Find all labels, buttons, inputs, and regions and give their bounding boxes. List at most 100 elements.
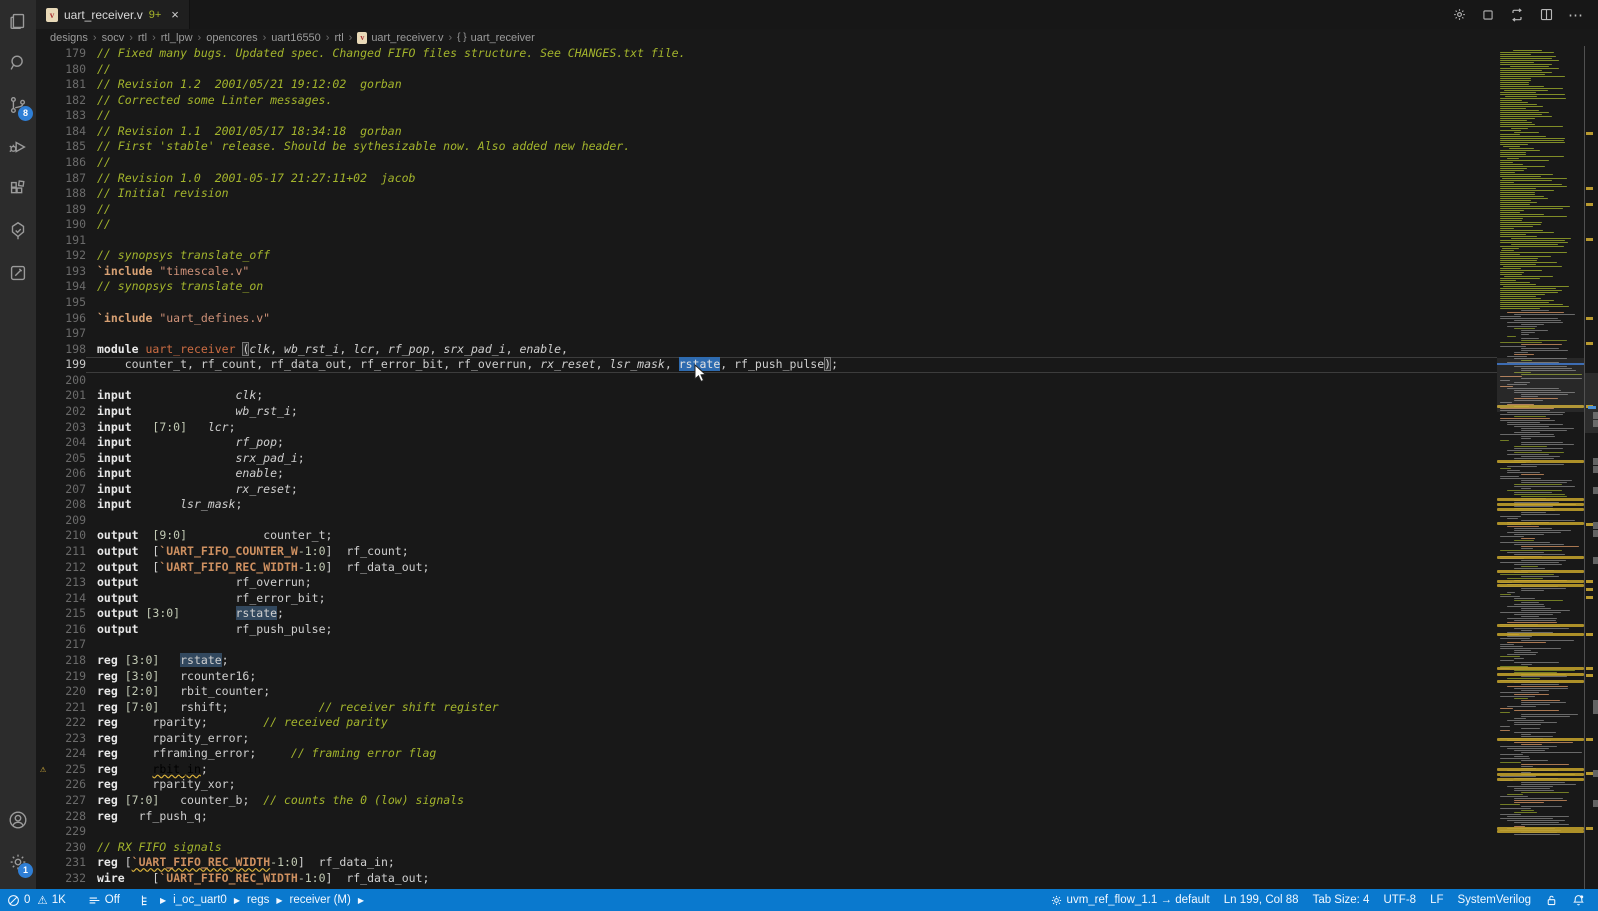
code-line[interactable]: 215output [3:0] rstate; (36, 606, 1497, 622)
code-text: reg rf_push_q; (97, 809, 208, 825)
explorer-icon[interactable] (0, 0, 36, 42)
code-line[interactable]: 213output rf_overrun; (36, 575, 1497, 591)
scope-item[interactable]: ▶ i_oc_uart0 ▶ regs ▶ receiver (M) ▶ (133, 889, 374, 911)
split-editor-icon[interactable] (1539, 7, 1554, 22)
breadcrumb-item[interactable]: rtl_lpw (161, 32, 193, 44)
code-line[interactable]: 206input enable; (36, 466, 1497, 482)
code-line[interactable]: 190// (36, 217, 1497, 233)
code-line[interactable]: 191 (36, 233, 1497, 249)
search-icon[interactable] (0, 42, 36, 84)
breadcrumb-item[interactable]: socv (102, 32, 125, 44)
breadcrumb-item[interactable]: opencores (206, 32, 257, 44)
code-line[interactable]: 227reg [7:0] counter_b; // counts the 0 … (36, 793, 1497, 809)
code-line[interactable]: 210output [9:0] counter_t; (36, 528, 1497, 544)
code-line[interactable]: 225⚠reg rbit_in; (36, 762, 1497, 778)
encoding-item[interactable]: UTF-8 (1376, 889, 1423, 911)
code-line[interactable]: 230// RX FIFO signals (36, 840, 1497, 856)
code-line[interactable]: 232wire [`UART_FIFO_REC_WIDTH-1:0] rf_da… (36, 871, 1497, 887)
settings-gear-icon[interactable]: 1 (0, 841, 36, 883)
code-line[interactable]: 179// Fixed many bugs. Updated spec. Cha… (36, 46, 1497, 62)
code-token: input (97, 482, 132, 496)
code-line[interactable]: 192// synopsys translate_off (36, 248, 1497, 264)
code-editor[interactable]: 179// Fixed many bugs. Updated spec. Cha… (36, 46, 1598, 889)
code-line[interactable]: 197 (36, 326, 1497, 342)
code-line[interactable]: 223reg rparity_error; (36, 731, 1497, 747)
code-line[interactable]: 219reg [3:0] rcounter16; (36, 669, 1497, 685)
code-line[interactable]: 209 (36, 513, 1497, 529)
code-line[interactable]: 216output rf_push_pulse; (36, 622, 1497, 638)
code-line[interactable]: 211output [`UART_FIFO_COUNTER_W-1:0] rf_… (36, 544, 1497, 560)
code-line[interactable]: 229 (36, 824, 1497, 840)
env-item[interactable]: uvm_ref_flow_1.1 → default (1043, 889, 1217, 911)
tab-size-item[interactable]: Tab Size: 4 (1306, 889, 1377, 911)
breadcrumb-item[interactable]: rtl (138, 32, 147, 44)
minimap-slider[interactable] (1497, 358, 1584, 412)
tabnine-lock-item[interactable] (1538, 889, 1565, 911)
breadcrumb-item[interactable]: uart16550 (271, 32, 321, 44)
code-line[interactable]: 226reg rparity_xor; (36, 777, 1497, 793)
code-line[interactable]: 220reg [2:0] rbit_counter; (36, 684, 1497, 700)
code-line[interactable]: 207input rx_reset; (36, 482, 1497, 498)
code-token: ; (256, 388, 263, 402)
account-icon[interactable] (0, 799, 36, 841)
code-line[interactable]: 184// Revision 1.1 2001/05/17 18:34:18 g… (36, 124, 1497, 140)
breadcrumb-item[interactable]: designs (50, 32, 88, 44)
code-line[interactable]: 212output [`UART_FIFO_REC_WIDTH-1:0] rf_… (36, 560, 1497, 576)
code-line[interactable]: 228reg rf_push_q; (36, 809, 1497, 825)
code-line[interactable]: 200 (36, 373, 1497, 389)
code-line[interactable]: 188// Initial revision (36, 186, 1497, 202)
code-line[interactable]: 193`include "timescale.v" (36, 264, 1497, 280)
code-line[interactable]: 231reg [`UART_FIFO_REC_WIDTH-1:0] rf_dat… (36, 855, 1497, 871)
language-item[interactable]: SystemVerilog (1450, 889, 1538, 911)
source-control-icon[interactable]: 8 (0, 84, 36, 126)
code-line[interactable]: 221reg [7:0] rshift; // receiver shift r… (36, 700, 1497, 716)
code-line[interactable]: 181// Revision 1.2 2001/05/21 19:12:02 g… (36, 77, 1497, 93)
code-line[interactable]: 196`include "uart_defines.v" (36, 311, 1497, 327)
lint-toggle-item[interactable]: Off (81, 889, 127, 911)
code-line[interactable]: 201input clk; (36, 388, 1497, 404)
notifications-item[interactable] (1565, 889, 1592, 911)
code-line[interactable]: 204input rf_pop; (36, 435, 1497, 451)
run-square-icon[interactable] (1481, 8, 1495, 22)
eol-item[interactable]: LF (1423, 889, 1450, 911)
code-line[interactable]: 199 counter_t, rf_count, rf_data_out, rf… (36, 357, 1497, 373)
code-line[interactable]: 183// (36, 108, 1497, 124)
code-line[interactable]: 198module uart_receiver (clk, wb_rst_i, … (36, 342, 1497, 358)
code-token (132, 404, 236, 418)
code-pane[interactable]: 179// Fixed many bugs. Updated spec. Cha… (36, 46, 1497, 889)
code-line[interactable]: 222reg rparity; // received parity (36, 715, 1497, 731)
problems-item[interactable]: 0 ⚠ 1K (0, 889, 73, 911)
warning-count: 1K (52, 894, 66, 906)
cursor-position-item[interactable]: Ln 199, Col 88 (1217, 889, 1306, 911)
notebook-edit-icon[interactable] (0, 252, 36, 294)
minimap[interactable] (1497, 46, 1584, 889)
editor-settings-icon[interactable] (1452, 7, 1467, 22)
breadcrumb-symbol[interactable]: { }uart_receiver (457, 32, 535, 44)
code-line[interactable]: 186// (36, 155, 1497, 171)
code-line[interactable]: 194// synopsys translate_on (36, 279, 1497, 295)
code-line[interactable]: 180// (36, 62, 1497, 78)
sync-changes-icon[interactable] (1509, 7, 1525, 23)
breadcrumb-file[interactable]: vuart_receiver.v (357, 32, 443, 44)
code-line[interactable]: 217 (36, 637, 1497, 653)
code-line[interactable]: 202input wb_rst_i; (36, 404, 1497, 420)
code-line[interactable]: 189// (36, 202, 1497, 218)
more-actions-icon[interactable]: ⋯ (1568, 6, 1584, 24)
test-explorer-icon[interactable] (0, 210, 36, 252)
code-line[interactable]: 218reg [3:0] rstate; (36, 653, 1497, 669)
code-line[interactable]: 224reg rframing_error; // framing error … (36, 746, 1497, 762)
tab-uart-receiver[interactable]: v uart_receiver.v 9+ × (36, 0, 190, 29)
tab-close-icon[interactable]: × (171, 7, 179, 22)
run-debug-icon[interactable] (0, 126, 36, 168)
code-line[interactable]: 214output rf_error_bit; (36, 591, 1497, 607)
code-line[interactable]: 187// Revision 1.0 2001-05-17 21:27:11+0… (36, 171, 1497, 187)
overview-ruler[interactable] (1584, 46, 1598, 889)
code-line[interactable]: 185// First 'stable' release. Should be … (36, 139, 1497, 155)
code-line[interactable]: 203input [7:0] lcr; (36, 420, 1497, 436)
code-line[interactable]: 195 (36, 295, 1497, 311)
extensions-icon[interactable] (0, 168, 36, 210)
breadcrumb-item[interactable]: rtl (334, 32, 343, 44)
code-line[interactable]: 205input srx_pad_i; (36, 451, 1497, 467)
code-line[interactable]: 208input lsr_mask; (36, 497, 1497, 513)
code-line[interactable]: 182// Corrected some Linter messages. (36, 93, 1497, 109)
